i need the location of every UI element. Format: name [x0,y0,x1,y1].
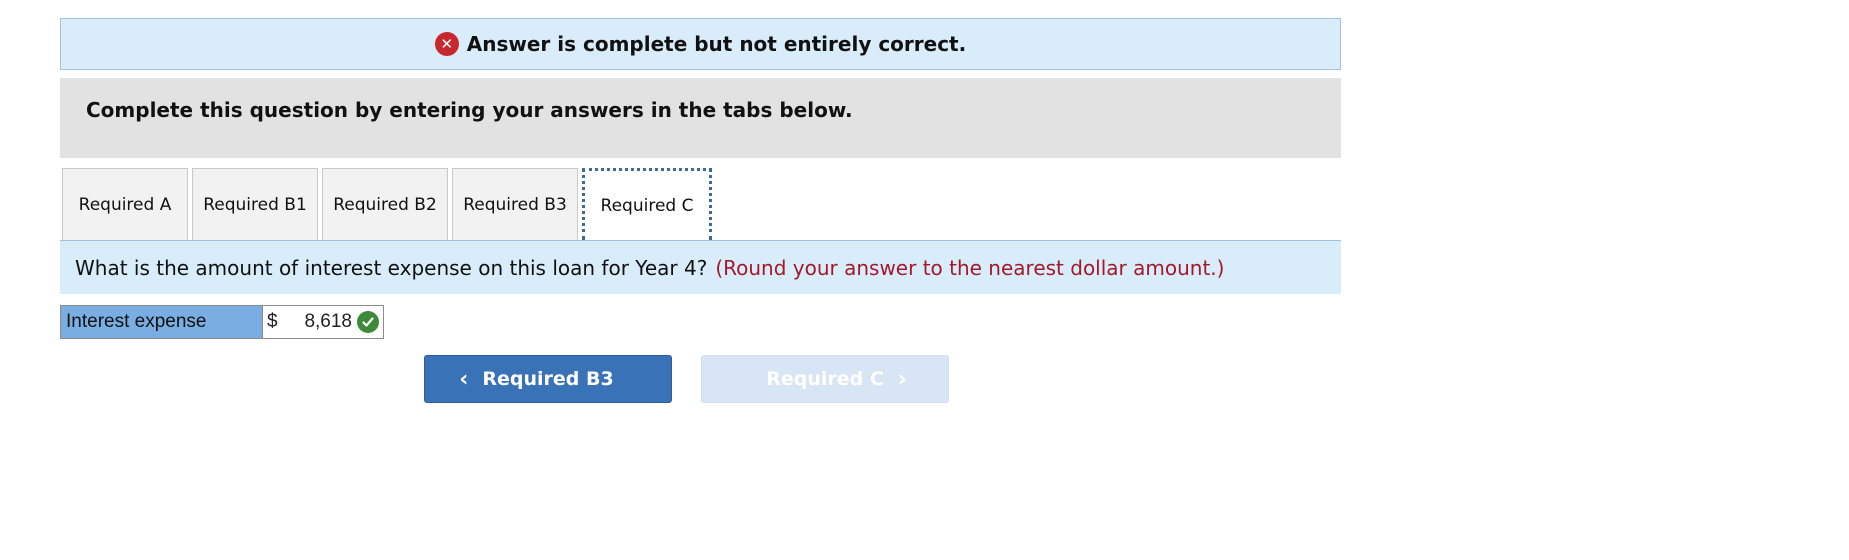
error-x-icon: ✕ [434,32,459,56]
check-icon [357,311,379,333]
tab-label: Required B1 [203,194,307,215]
question-text: What is the amount of interest expense o… [75,255,708,280]
result-banner: ✕ Answer is complete but not entirely co… [60,18,1341,70]
tab-label: Required B3 [463,194,567,215]
answer-table-row: Interest expense $ 8,618 [60,305,384,339]
tab-required-a[interactable]: Required A [62,168,188,240]
tab-label: Required A [78,194,172,215]
chevron-right-icon: › [897,366,907,392]
tab-label: Required C [600,195,694,216]
instructions-text: Complete this question by entering your … [86,98,853,122]
answer-value: 8,618 [304,311,352,332]
tab-required-c[interactable]: Required C [582,168,712,240]
answer-label-text: Interest expense [66,311,207,332]
tab-label: Required B2 [333,194,437,215]
chevron-left-icon: ‹ [459,366,469,392]
question-bar: What is the amount of interest expense o… [60,241,1341,294]
prev-tab-button[interactable]: ‹ Required B3 › [424,355,672,403]
instructions-panel: Complete this question by entering your … [60,78,1341,158]
question-hint: (Round your answer to the nearest dollar… [715,255,1225,280]
currency-symbol: $ [267,311,278,332]
tab-required-b1[interactable]: Required B1 [192,168,318,240]
next-tab-button[interactable]: ‹ Required C › [701,355,949,403]
next-button-label: Required C [766,368,884,390]
tab-required-b2[interactable]: Required B2 [322,168,448,240]
answer-input-cell[interactable]: $ 8,618 [262,305,384,339]
result-message: Answer is complete but not entirely corr… [466,32,967,56]
tab-required-b3[interactable]: Required B3 [452,168,578,240]
prev-button-label: Required B3 [482,368,614,390]
answer-label: Interest expense [60,305,262,339]
